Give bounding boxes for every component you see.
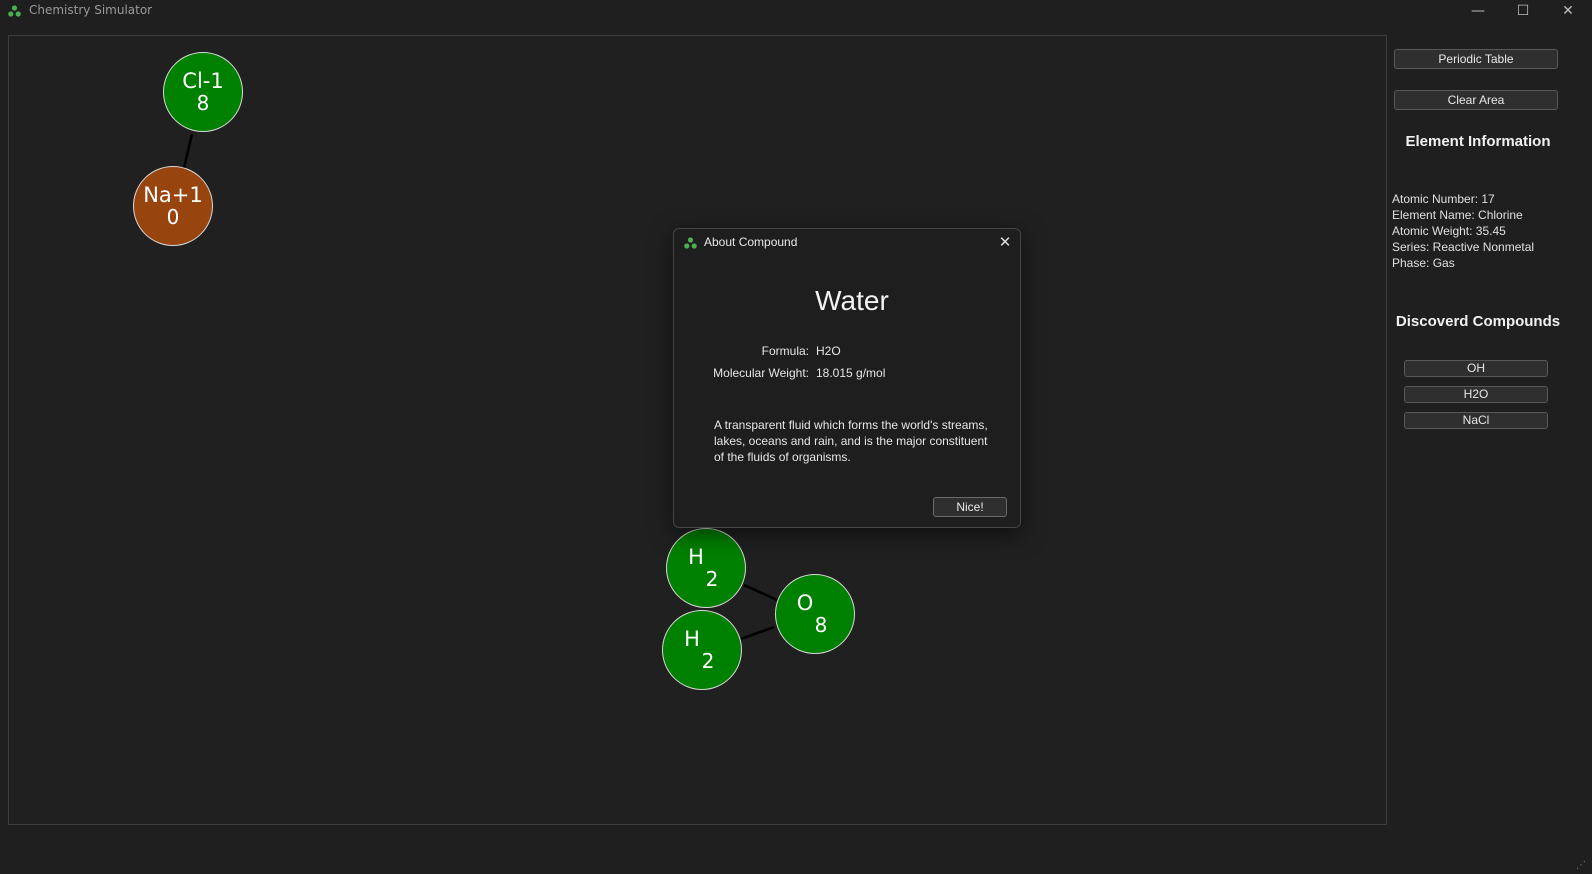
phase-text: Phase: Gas	[1392, 256, 1455, 270]
atomic-weight-text: Atomic Weight: 35.45	[1392, 224, 1506, 238]
window-title: Chemistry Simulator	[29, 3, 153, 17]
atom-number: 8	[814, 613, 828, 637]
bond-h-o-bottom	[740, 625, 775, 641]
atom-hydrogen-top[interactable]: H 2	[666, 528, 746, 608]
atom-hydrogen-bottom[interactable]: H 2	[662, 610, 742, 690]
compound-button-h2o[interactable]: H2O	[1404, 386, 1548, 403]
atom-number: 8	[196, 91, 210, 115]
compound-button-oh[interactable]: OH	[1404, 360, 1548, 377]
dialog-molecule-icon	[684, 237, 697, 249]
nice-button[interactable]: Nice!	[933, 497, 1007, 517]
compound-name: Water	[815, 285, 889, 316]
atom-symbol: O	[796, 591, 814, 615]
app-window: Chemistry Simulator — ☐ ✕ Cl-1 8 Na+1 0 …	[0, 0, 1592, 874]
bond-cl-na	[182, 133, 194, 169]
maximize-button[interactable]: ☐	[1500, 0, 1546, 22]
atom-sodium[interactable]: Na+1 0	[133, 166, 213, 246]
element-info-heading: Element Information	[1405, 133, 1551, 150]
element-info-panel: Atomic Number: 17 Element Name: Chlorine…	[1392, 191, 1534, 271]
atom-symbol: Na+1	[143, 183, 203, 207]
close-window-button[interactable]: ✕	[1545, 0, 1591, 22]
atom-oxygen[interactable]: O 8	[775, 574, 855, 654]
formula-value: H2O	[816, 344, 841, 358]
app-molecule-icon	[8, 5, 21, 17]
element-name-text: Element Name: Chlorine	[1392, 208, 1523, 222]
atom-number: 0	[166, 205, 180, 229]
periodic-table-button[interactable]: Periodic Table	[1394, 49, 1558, 69]
formula-label: Formula:	[761, 344, 809, 358]
atom-number: 2	[701, 649, 715, 673]
dialog-title: About Compound	[704, 235, 798, 249]
atomic-number-text: Atomic Number: 17	[1392, 192, 1495, 206]
clear-area-button[interactable]: Clear Area	[1394, 90, 1558, 110]
compound-button-nacl[interactable]: NaCl	[1404, 412, 1548, 429]
dialog-close-icon[interactable]: ✕	[995, 233, 1015, 251]
atom-symbol: Cl-1	[182, 69, 224, 93]
atom-symbol: H	[684, 627, 700, 651]
molecular-weight-label: Molecular Weight:	[713, 366, 809, 380]
series-text: Series: Reactive Nonmetal	[1392, 240, 1535, 254]
minimize-button[interactable]: —	[1455, 0, 1501, 22]
atom-symbol: H	[688, 545, 704, 569]
resize-grip-icon[interactable]: ⋰	[1576, 860, 1588, 872]
atom-number: 2	[705, 567, 719, 591]
compounds-heading: Discoverd Compounds	[1395, 313, 1561, 330]
compound-description: A transparent fluid which forms the worl…	[714, 418, 988, 464]
title-bar: Chemistry Simulator — ☐ ✕	[0, 0, 1592, 22]
molecular-weight-value: 18.015 g/mol	[816, 366, 886, 380]
about-compound-dialog: About Compound ✕ Water Formula: H2O Mole…	[673, 228, 1021, 528]
atom-chlorine[interactable]: Cl-1 8	[163, 52, 243, 132]
